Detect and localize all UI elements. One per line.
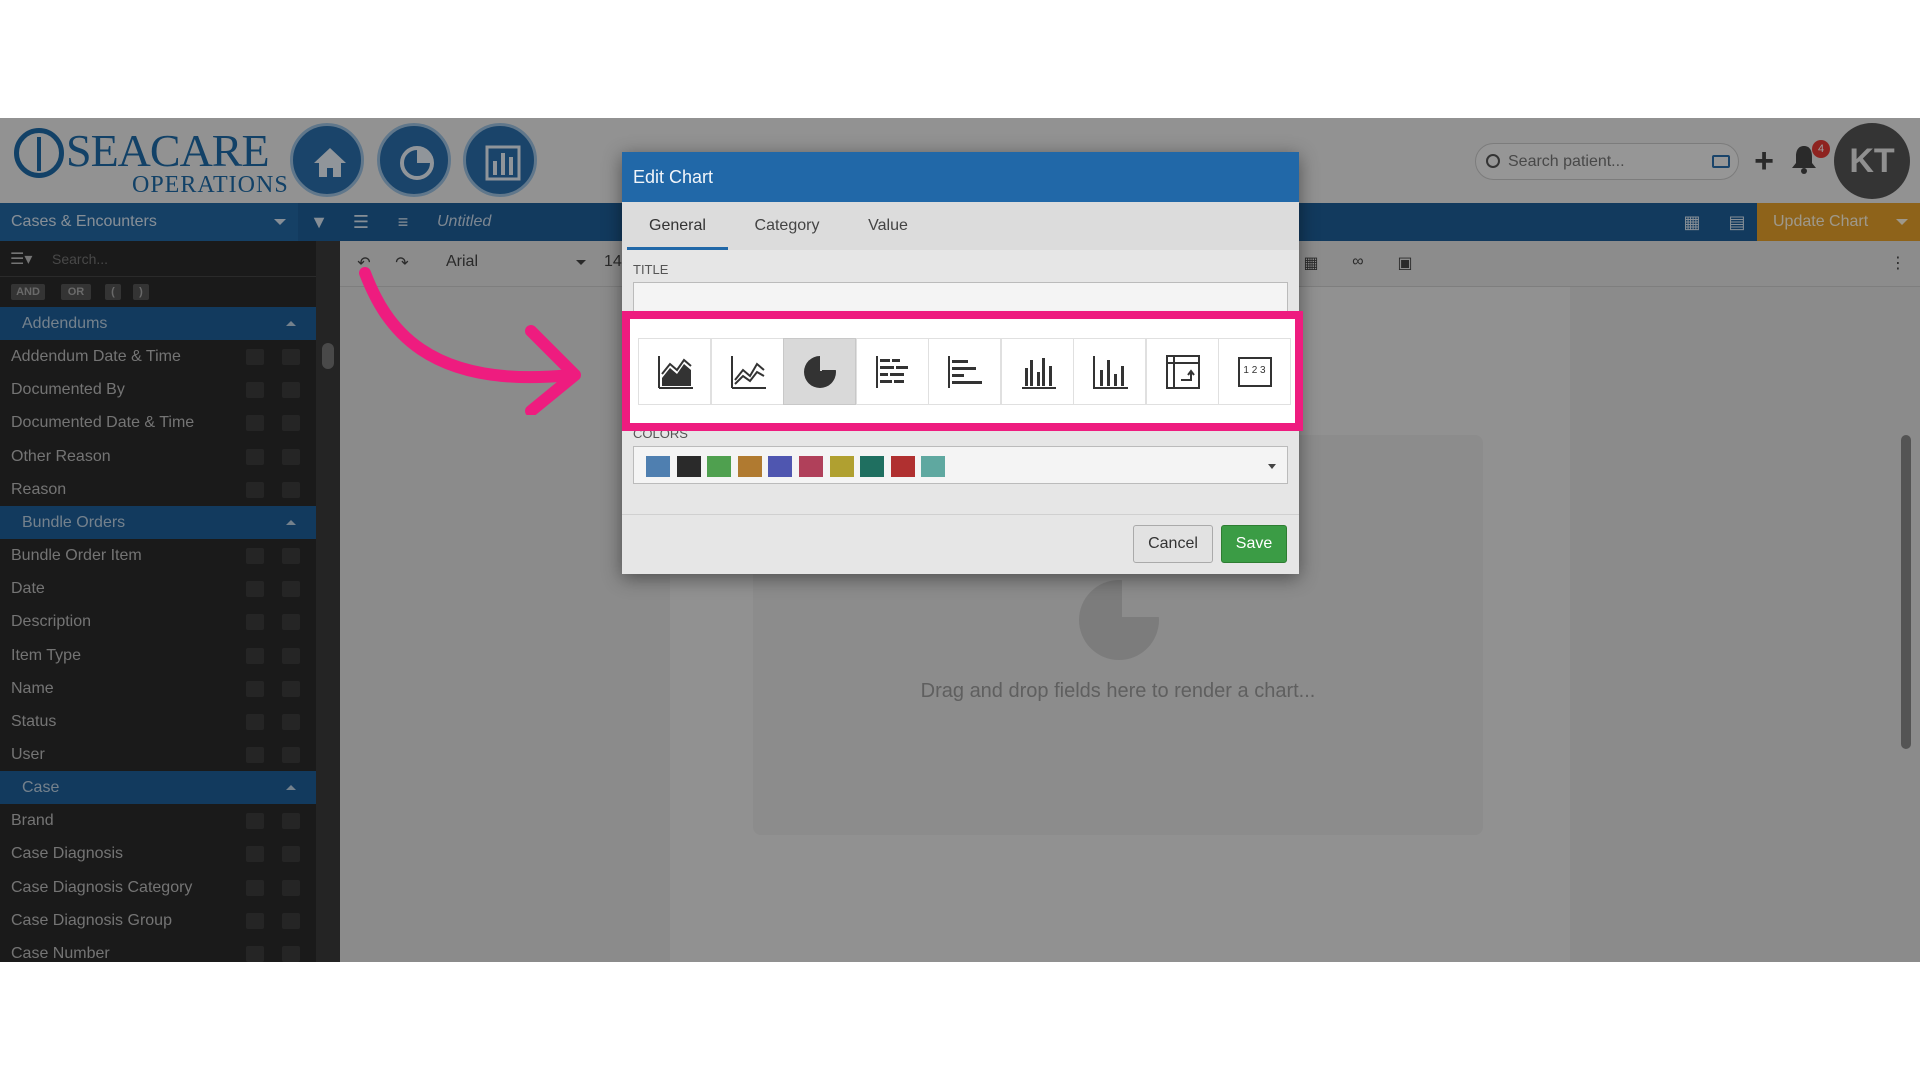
pie-chart-icon: [804, 354, 838, 388]
pivot-table-icon: [1165, 355, 1200, 389]
grouped-column-chart-icon: [1021, 358, 1056, 389]
dialog-footer: Cancel Save: [622, 514, 1299, 574]
chart-type-option[interactable]: [710, 338, 784, 405]
color-swatch: [707, 456, 732, 477]
cancel-button[interactable]: Cancel: [1133, 525, 1213, 563]
chart-type-option[interactable]: [638, 338, 711, 405]
chart-type-picker: 1 2 3: [622, 311, 1303, 431]
color-swatch: [799, 456, 823, 477]
area-chart-icon: [658, 356, 693, 389]
save-button[interactable]: Save: [1221, 525, 1287, 563]
color-swatch: [676, 456, 701, 477]
color-swatch: [737, 456, 762, 477]
color-swatch: [890, 456, 915, 477]
stacked-bar-chart-icon: [875, 356, 908, 388]
chart-type-option[interactable]: [928, 338, 1001, 405]
tab-general[interactable]: General: [627, 202, 728, 250]
chart-type-option[interactable]: 1 2 3: [1218, 338, 1291, 405]
color-swatch: [646, 456, 670, 477]
chart-type-option[interactable]: [855, 338, 929, 405]
chart-type-option[interactable]: [1000, 338, 1074, 405]
line-chart-icon: [730, 356, 766, 389]
chart-type-option[interactable]: [1145, 338, 1219, 405]
callout-arrow-icon: [359, 267, 581, 415]
color-swatch: [860, 456, 885, 477]
chevron-down-icon: [1268, 464, 1276, 469]
horizontal-bar-chart-icon: [948, 356, 982, 388]
color-swatch: [921, 456, 946, 477]
tab-value[interactable]: Value: [842, 202, 934, 250]
color-palette-select[interactable]: [633, 446, 1288, 484]
color-swatch: [829, 456, 854, 477]
column-chart-icon: [1093, 356, 1128, 389]
tab-category[interactable]: Category: [732, 202, 842, 250]
color-swatch: [768, 456, 793, 477]
dialog-title: Edit Chart: [622, 152, 1299, 202]
title-label: TITLE: [633, 262, 669, 277]
number-card-text: 1 2 3: [1243, 365, 1266, 376]
chart-type-option[interactable]: [783, 338, 856, 405]
chart-type-option[interactable]: [1073, 338, 1146, 405]
app-window: SEACARE OPERATIONS Search patient... + 4…: [0, 118, 1920, 962]
dialog-tabs: General Category Value: [622, 202, 1299, 250]
